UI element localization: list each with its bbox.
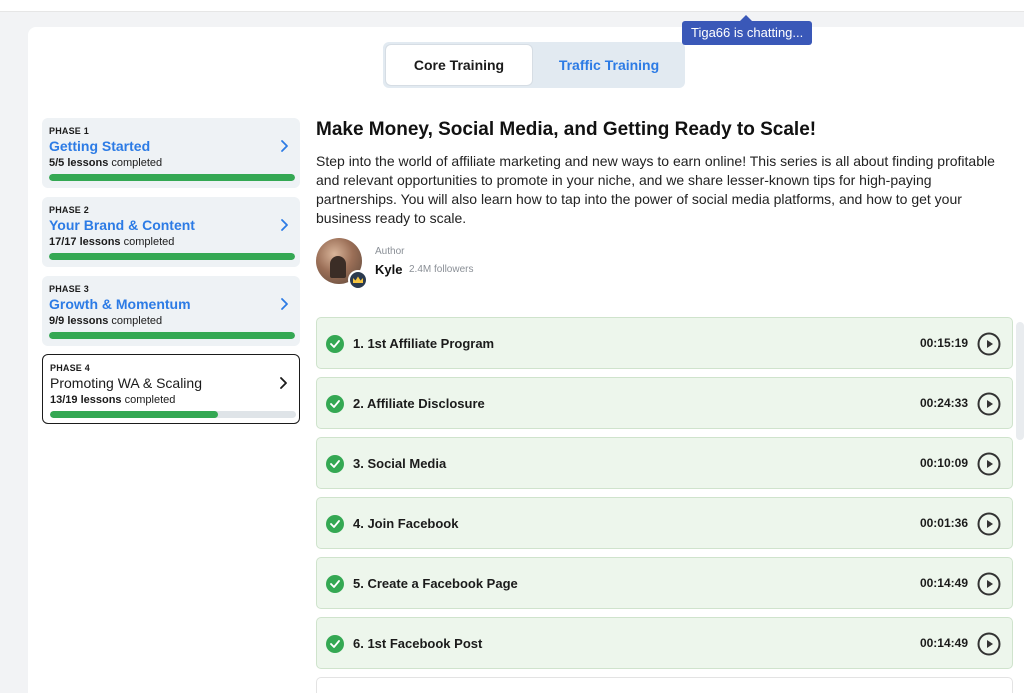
course-title: Make Money, Social Media, and Getting Re… <box>316 119 817 140</box>
chevron-right-icon[interactable] <box>280 296 290 312</box>
check-circle-icon <box>326 635 344 653</box>
phase-progress-bar <box>49 253 295 260</box>
phase-progress-text: 13/19 lessons completed <box>50 394 175 406</box>
tab-core-training[interactable]: Core Training <box>386 45 532 85</box>
check-circle-icon <box>326 575 344 593</box>
lesson-row[interactable]: 6. 1st Facebook Post 00:14:49 <box>316 617 1013 669</box>
chevron-right-icon[interactable] <box>280 138 290 154</box>
lesson-duration: 00:14:49 <box>919 636 968 650</box>
check-circle-icon <box>326 395 344 413</box>
lesson-title[interactable]: 3. Social Media <box>353 456 446 471</box>
lesson-title[interactable]: 5. Create a Facebook Page <box>353 576 518 591</box>
phase-card-3[interactable]: PHASE 3 Growth & Momentum 9/9 lessons co… <box>42 276 300 346</box>
phase-label: PHASE 4 <box>50 363 90 373</box>
lesson-row[interactable]: 1. 1st Affiliate Program 00:15:19 <box>316 317 1013 369</box>
play-circle-icon[interactable] <box>977 392 1001 416</box>
phase-progress-count: 5/5 lessons <box>49 157 109 169</box>
phase-progress-fill <box>49 253 295 260</box>
author-name[interactable]: Kyle <box>375 262 402 277</box>
lesson-duration: 00:15:19 <box>919 336 968 350</box>
phase-label: PHASE 2 <box>49 205 89 215</box>
phase-progress-text: 5/5 lessons completed <box>49 157 162 169</box>
check-circle-icon <box>326 455 344 473</box>
tab-traffic-training[interactable]: Traffic Training <box>536 45 682 85</box>
phase-progress-fill <box>49 174 295 181</box>
chevron-right-icon[interactable] <box>280 217 290 233</box>
check-circle-icon <box>326 335 344 353</box>
phase-progress-fill <box>49 332 295 339</box>
play-circle-icon[interactable] <box>977 332 1001 356</box>
lesson-duration: 00:01:36 <box>919 516 968 530</box>
phase-progress-count: 9/9 lessons <box>49 315 109 327</box>
play-circle-icon[interactable] <box>977 632 1001 656</box>
phase-progress-text: 17/17 lessons completed <box>49 236 174 248</box>
lesson-title[interactable]: 6. 1st Facebook Post <box>353 636 482 651</box>
phase-label: PHASE 3 <box>49 284 89 294</box>
crown-icon <box>348 270 368 290</box>
top-strip <box>0 0 1024 12</box>
phase-progress-bar <box>49 332 295 339</box>
phase-card-2[interactable]: PHASE 2 Your Brand & Content 17/17 lesso… <box>42 197 300 267</box>
phase-progress-fill <box>50 411 219 418</box>
play-circle-icon[interactable] <box>977 572 1001 596</box>
lesson-title[interactable]: 4. Join Facebook <box>353 516 458 531</box>
lesson-row[interactable]: 5. Create a Facebook Page 00:14:49 <box>316 557 1013 609</box>
training-tabs: Core Training Traffic Training <box>383 42 685 88</box>
lesson-row[interactable]: 3. Social Media 00:10:09 <box>316 437 1013 489</box>
phase-progress-text: 9/9 lessons completed <box>49 315 162 327</box>
phase-progress-suffix: completed <box>111 315 163 327</box>
lesson-title[interactable]: 2. Affiliate Disclosure <box>353 396 485 411</box>
play-circle-icon[interactable] <box>977 452 1001 476</box>
chat-status-tooltip[interactable]: Tiga66 is chatting... <box>682 15 813 45</box>
author-label: Author <box>375 246 405 257</box>
lesson-row-partial[interactable] <box>316 677 1013 693</box>
phase-progress-bar <box>49 174 295 181</box>
scrollbar-track[interactable] <box>1016 322 1024 440</box>
lesson-duration: 00:10:09 <box>919 456 968 470</box>
phase-progress-count: 17/17 lessons <box>49 236 121 248</box>
lesson-title[interactable]: 1. 1st Affiliate Program <box>353 336 494 351</box>
phase-title[interactable]: Promoting WA & Scaling <box>50 375 202 391</box>
phase-progress-suffix: completed <box>123 236 175 248</box>
phase-title[interactable]: Growth & Momentum <box>49 296 191 312</box>
author-followers: 2.4M followers <box>409 264 474 275</box>
lesson-duration: 00:24:33 <box>919 396 968 410</box>
phase-title[interactable]: Your Brand & Content <box>49 217 195 233</box>
phase-card-4[interactable]: PHASE 4 Promoting WA & Scaling 13/19 les… <box>42 354 300 424</box>
phase-card-1[interactable]: PHASE 1 Getting Started 5/5 lessons comp… <box>42 118 300 188</box>
lesson-row[interactable]: 4. Join Facebook 00:01:36 <box>316 497 1013 549</box>
phase-title[interactable]: Getting Started <box>49 138 150 154</box>
lesson-duration: 00:14:49 <box>919 576 968 590</box>
course-description: Step into the world of affiliate marketi… <box>316 153 995 226</box>
check-circle-icon <box>326 515 344 533</box>
phase-progress-bar <box>50 411 296 418</box>
phase-label: PHASE 1 <box>49 126 89 136</box>
phase-progress-count: 13/19 lessons <box>50 394 122 406</box>
chevron-right-icon[interactable] <box>279 375 289 391</box>
phase-progress-suffix: completed <box>124 394 176 406</box>
play-circle-icon[interactable] <box>977 512 1001 536</box>
lesson-row[interactable]: 2. Affiliate Disclosure 00:24:33 <box>316 377 1013 429</box>
phase-progress-suffix: completed <box>111 157 163 169</box>
